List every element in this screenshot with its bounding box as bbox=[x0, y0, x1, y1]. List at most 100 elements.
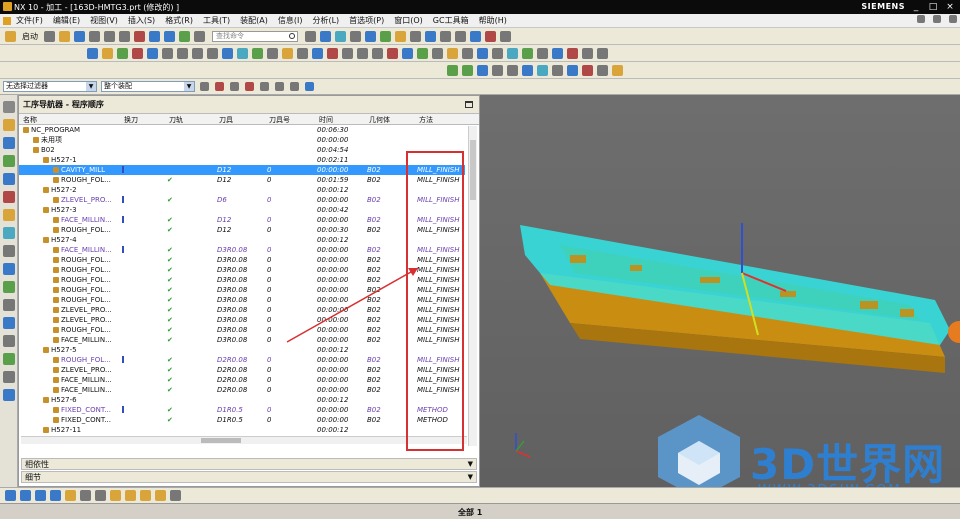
minimize-button[interactable]: _ bbox=[908, 0, 924, 14]
row-name[interactable]: H527-2 bbox=[43, 185, 77, 195]
table-row[interactable]: H527-1 00:02:11 bbox=[19, 155, 465, 165]
row-name[interactable]: FACE_MILLIN... bbox=[53, 375, 112, 385]
row-name[interactable]: 未用项 bbox=[33, 135, 62, 145]
snap-quadrant-icon[interactable] bbox=[260, 82, 269, 91]
command-search-input[interactable]: 查找命令 bbox=[212, 30, 298, 42]
open-file-icon[interactable] bbox=[59, 30, 70, 42]
body-select-icon[interactable] bbox=[50, 490, 61, 501]
column-tool-change[interactable]: 换刀 bbox=[124, 115, 138, 125]
row-name[interactable]: H527-11 bbox=[43, 425, 81, 435]
machine-nav-icon[interactable] bbox=[2, 191, 15, 203]
rename-icon[interactable] bbox=[567, 64, 578, 76]
table-row[interactable]: 未用项 00:00:00 bbox=[19, 135, 465, 145]
operation-nav-icon[interactable] bbox=[2, 173, 15, 185]
navigator-vertical-scrollbar[interactable] bbox=[468, 126, 477, 446]
table-row[interactable]: ZLEVEL_PRO... ✔ D3R0.08 0 00:00:00 B02 MILL_FI… bbox=[19, 305, 465, 315]
row-name[interactable]: ROUGH_FOL... bbox=[53, 225, 111, 235]
table-row[interactable]: ROUGH_FOL... ✔ D2R0.08 0 00:00:00 B02 MILL_FIN… bbox=[19, 355, 465, 365]
new-file-icon[interactable] bbox=[44, 30, 55, 42]
column-geometry[interactable]: 几何体 bbox=[369, 115, 390, 125]
row-name[interactable]: ROUGH_FOL... bbox=[53, 265, 111, 275]
process-studio-icon[interactable] bbox=[2, 299, 15, 311]
tree-icon[interactable] bbox=[597, 64, 608, 76]
shaded-view-icon[interactable] bbox=[335, 30, 346, 42]
fit-view-icon[interactable] bbox=[425, 30, 436, 42]
row-name[interactable]: H527-4 bbox=[43, 235, 77, 245]
info-object-icon[interactable] bbox=[417, 47, 428, 59]
point-construct-icon[interactable] bbox=[65, 490, 76, 501]
table-row[interactable]: FIXED_CONT... ✔ D1R0.5 0 00:00:00 B02 METHOD bbox=[19, 415, 465, 425]
menu-edit[interactable]: 编辑(E) bbox=[48, 15, 85, 26]
table-row[interactable]: ROUGH_FOL... ✔ D3R0.08 0 00:00:00 B02 MILL_FIN… bbox=[19, 255, 465, 265]
create-method-icon[interactable] bbox=[132, 47, 143, 59]
program-view-icon[interactable] bbox=[162, 47, 173, 59]
teamcenter-icon[interactable] bbox=[2, 389, 15, 401]
view-orient-icon[interactable] bbox=[320, 30, 331, 42]
row-name[interactable]: ZLEVEL_PRO... bbox=[53, 315, 112, 325]
redo-icon[interactable] bbox=[164, 30, 175, 42]
paste-icon[interactable] bbox=[119, 30, 130, 42]
row-name[interactable]: ZLEVEL_PRO... bbox=[53, 195, 112, 205]
menu-file[interactable]: 文件(F) bbox=[11, 15, 48, 26]
selection-intent-icon[interactable] bbox=[5, 490, 16, 501]
row-name[interactable]: ZLEVEL_PRO... bbox=[53, 305, 112, 315]
close-button[interactable]: × bbox=[942, 0, 958, 14]
assembly-scope-combo[interactable]: 整个装配 ▼ bbox=[101, 81, 195, 92]
ipw-icon[interactable] bbox=[507, 47, 518, 59]
row-name[interactable]: ROUGH_FOL... bbox=[53, 295, 111, 305]
create-geometry-icon[interactable] bbox=[117, 47, 128, 59]
pan-icon[interactable] bbox=[470, 30, 481, 42]
display-icon[interactable] bbox=[522, 64, 533, 76]
settings-icon[interactable] bbox=[612, 64, 623, 76]
scroll-thumb[interactable] bbox=[201, 438, 241, 443]
menu-view[interactable]: 视图(V) bbox=[85, 15, 123, 26]
table-row[interactable]: H527-5 00:00:12 bbox=[19, 345, 465, 355]
table-row[interactable]: FACE_MILLIN... ✔ D3R0.08 0 00:00:00 B02 MILL_F… bbox=[19, 245, 465, 255]
selection-filter-combo[interactable]: 无选择过滤器 ▼ bbox=[3, 81, 97, 92]
roles-icon[interactable] bbox=[2, 317, 15, 329]
object-display-icon[interactable] bbox=[125, 490, 136, 501]
generate-toolpath-icon[interactable] bbox=[222, 47, 233, 59]
copy-object-icon[interactable] bbox=[357, 47, 368, 59]
menu-insert[interactable]: 插入(S) bbox=[123, 15, 160, 26]
snap-point-icon[interactable] bbox=[305, 30, 316, 42]
geometry-view-icon[interactable] bbox=[192, 47, 203, 59]
postprocess-icon[interactable] bbox=[282, 47, 293, 59]
gouge-check-icon[interactable] bbox=[567, 47, 578, 59]
table-row[interactable]: H527-6 00:00:12 bbox=[19, 395, 465, 405]
table-row[interactable]: ROUGH_FOL... ✔ D3R0.08 0 00:00:00 B02 MILL_FIN… bbox=[19, 285, 465, 295]
table-row[interactable]: CAVITY_MILL D12 0 00:00:00 B02 MILL_FINISH bbox=[19, 165, 465, 175]
snap-end-icon[interactable] bbox=[215, 82, 224, 91]
snap-center-icon[interactable] bbox=[245, 82, 254, 91]
copy-icon[interactable] bbox=[104, 30, 115, 42]
clear-icon[interactable] bbox=[582, 64, 593, 76]
scroll-thumb[interactable] bbox=[470, 140, 476, 200]
table-row[interactable]: H527-2 00:00:12 bbox=[19, 185, 465, 195]
table-row[interactable]: FACE_MILLIN... ✔ D12 0 00:00:00 B02 MILL_FINIS… bbox=[19, 215, 465, 225]
row-name[interactable]: FACE_MILLIN... bbox=[53, 385, 112, 395]
layer-settings-icon[interactable] bbox=[110, 490, 121, 501]
maximize-button[interactable]: □ bbox=[925, 0, 941, 14]
row-name[interactable]: FACE_MILLIN... bbox=[53, 245, 112, 255]
replay-toolpath-icon[interactable] bbox=[237, 47, 248, 59]
row-name[interactable]: FACE_MILLIN... bbox=[53, 335, 112, 345]
show-icon[interactable] bbox=[155, 490, 166, 501]
menu-info[interactable]: 信息(I) bbox=[273, 15, 308, 26]
repeat-command-icon[interactable] bbox=[179, 30, 190, 42]
row-name[interactable]: NC_PROGRAM bbox=[23, 125, 80, 135]
row-name[interactable]: CAVITY_MILL bbox=[53, 165, 105, 175]
doc-restore-icon[interactable] bbox=[933, 15, 941, 23]
verify-toolpath-icon[interactable] bbox=[252, 47, 263, 59]
touch-mode-icon[interactable] bbox=[194, 30, 205, 42]
approve-icon[interactable] bbox=[462, 64, 473, 76]
details-panel[interactable]: 细节 ▼ bbox=[21, 471, 477, 483]
csys-icon[interactable] bbox=[365, 30, 376, 42]
maximize-panel-icon[interactable] bbox=[465, 101, 473, 108]
column-name[interactable]: 名称 bbox=[23, 115, 37, 125]
row-name[interactable]: FACE_MILLIN... bbox=[53, 215, 112, 225]
table-row[interactable]: FACE_MILLIN... ✔ D2R0.08 0 00:00:00 B02 MILL_F… bbox=[19, 385, 465, 395]
row-name[interactable]: H527-1 bbox=[43, 155, 77, 165]
row-name[interactable]: H527-3 bbox=[43, 205, 77, 215]
assembly-nav-icon[interactable] bbox=[2, 119, 15, 131]
delete-icon[interactable] bbox=[134, 30, 145, 42]
